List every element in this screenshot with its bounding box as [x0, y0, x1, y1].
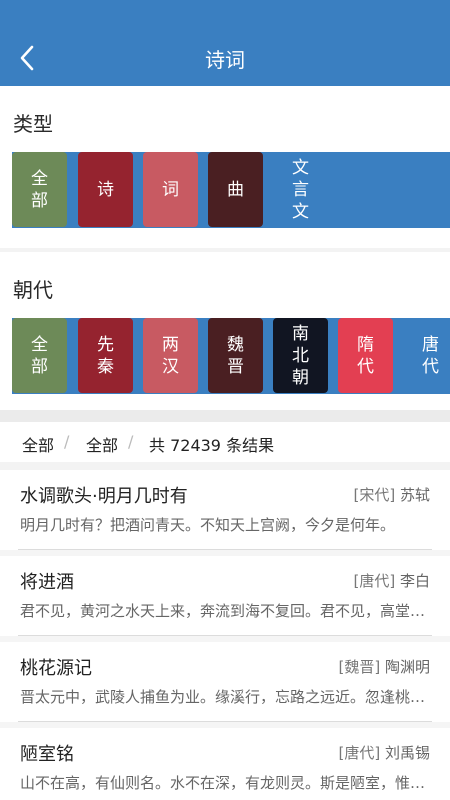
filter-dynasty-label[interactable]: 全部	[86, 432, 118, 456]
poem-dynasty: [宋代]	[353, 486, 396, 504]
poem-author: 刘禹锡	[384, 744, 430, 762]
poem-dynasty: [魏晋]	[338, 658, 381, 676]
dynasty-chip-lianghan[interactable]: 两汉	[143, 318, 198, 393]
poem-meta: [唐代] 李白	[353, 570, 430, 591]
result-count: 共 72439 条结果	[149, 436, 275, 455]
filter-summary-bar: 全部 / 全部 / 共 72439 条结果	[0, 422, 450, 462]
poem-meta: [魏晋] 陶渊明	[338, 656, 430, 677]
poem-excerpt: 明月几时有？把酒问青天。不知天上宫阙，今夕是何年。	[20, 516, 396, 534]
poem-list-item[interactable]: 将进酒 [唐代] 李白 君不见，黄河之水天上来，奔流到海不复回。君不见，高堂明镜…	[0, 556, 450, 642]
list-top-gap	[0, 462, 450, 470]
filter-separator: /	[128, 432, 134, 451]
poem-title: 陋室铭	[20, 744, 74, 765]
poem-author: 苏轼	[399, 486, 430, 504]
type-chip-all[interactable]: 全部	[12, 152, 67, 227]
type-chip-qu[interactable]: 曲	[208, 152, 263, 227]
filter-type-label[interactable]: 全部	[22, 432, 54, 456]
dynasty-chip-weijin[interactable]: 魏晋	[208, 318, 263, 393]
type-section-title: 类型	[13, 112, 53, 136]
poem-excerpt: 君不见，黄河之水天上来，奔流到海不复回。君不见，高堂明镜悲白发	[20, 602, 432, 620]
dynasty-chip-xianqin[interactable]: 先秦	[78, 318, 133, 393]
page-title: 诗词	[205, 48, 245, 72]
app-header: 诗词	[0, 0, 450, 86]
dynasty-chip-row[interactable]: 全部 先秦 两汉 魏晋 南北朝 隋代 唐代	[12, 318, 450, 394]
type-chip-shi[interactable]: 诗	[78, 152, 133, 227]
poem-list-item[interactable]: 桃花源记 [魏晋] 陶渊明 晋太元中，武陵人捕鱼为业。缘溪行，忘路之远近。忽逢桃…	[0, 642, 450, 728]
poem-list-item[interactable]: 陋室铭 [唐代] 刘禹锡 山不在高，有仙则名。水不在深，有龙则灵。斯是陋室，惟吾…	[0, 728, 450, 800]
dynasty-chip-all[interactable]: 全部	[12, 318, 67, 393]
poem-dynasty: [唐代]	[338, 744, 381, 762]
dynasty-section-title: 朝代	[13, 278, 53, 302]
poem-dynasty: [唐代]	[353, 572, 396, 590]
poem-author: 李白	[399, 572, 430, 590]
type-chip-wenyanwen[interactable]: 文言文	[273, 152, 328, 227]
type-chip-ci[interactable]: 词	[143, 152, 198, 227]
filter-separator: /	[64, 432, 70, 451]
poem-meta: [宋代] 苏轼	[353, 484, 430, 505]
dynasty-chip-nanbeichao[interactable]: 南北朝	[273, 318, 328, 393]
section-divider	[0, 248, 450, 252]
poem-title: 水调歌头·明月几时有	[20, 486, 188, 507]
poem-list-item[interactable]: 水调歌头·明月几时有 [宋代] 苏轼 明月几时有？把酒问青天。不知天上宫阙，今夕…	[0, 470, 450, 556]
dynasty-chip-suidai[interactable]: 隋代	[338, 318, 393, 393]
poem-title: 桃花源记	[20, 658, 92, 679]
poem-title: 将进酒	[20, 572, 74, 593]
poem-meta: [唐代] 刘禹锡	[338, 742, 430, 763]
section-divider	[0, 410, 450, 422]
poem-excerpt: 晋太元中，武陵人捕鱼为业。缘溪行，忘路之远近。忽逢桃花林	[20, 688, 432, 706]
dynasty-chip-tangdai[interactable]: 唐代	[403, 318, 450, 393]
poem-excerpt: 山不在高，有仙则名。水不在深，有龙则灵。斯是陋室，惟吾德馨	[20, 774, 432, 792]
type-chip-row: 全部 诗 词 曲 文言文	[12, 152, 450, 228]
poem-author: 陶渊明	[384, 658, 430, 676]
